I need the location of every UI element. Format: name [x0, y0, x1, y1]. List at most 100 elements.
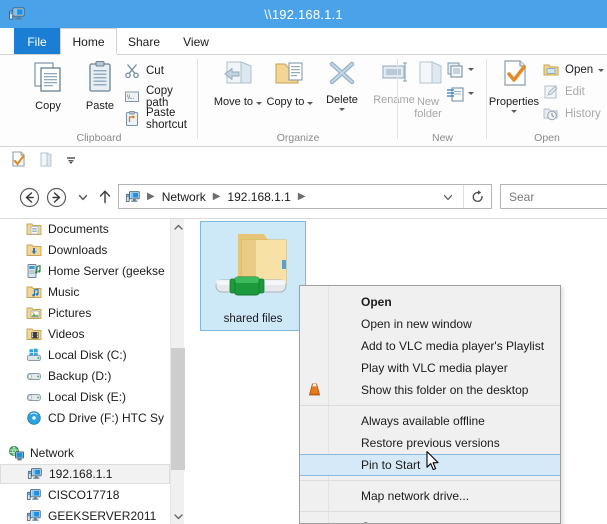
easy-access-button[interactable]: [446, 85, 474, 102]
sidebar-item-cd-drive-f[interactable]: CD Drive (F:) HTC Sy: [0, 408, 170, 428]
easy-access-caret-icon[interactable]: [468, 91, 474, 95]
sidebar-item-label: Backup (D:): [48, 369, 112, 383]
context-menu: Open Open in new window Add to VLC media…: [299, 285, 561, 524]
tab-view[interactable]: View: [172, 28, 220, 55]
scroll-down-chevron-down-icon[interactable]: [171, 508, 185, 524]
forward-button[interactable]: [45, 186, 67, 208]
breadcrumb-separator[interactable]: ▶: [141, 191, 161, 202]
sidebar-item-label: Videos: [48, 327, 85, 341]
properties-button[interactable]: Properties: [485, 59, 543, 125]
address-dropdown-chevron-down-icon[interactable]: [435, 185, 461, 208]
hard-drive-icon: [26, 368, 42, 384]
sidebar-item-label: Pictures: [48, 306, 92, 320]
navigation-pane-scrollbar[interactable]: [170, 219, 185, 524]
up-one-level-button[interactable]: [94, 186, 116, 208]
downloads-folder-icon: [26, 242, 42, 258]
context-menu-item-map-network-drive[interactable]: Map network drive...: [329, 485, 560, 507]
context-menu-item-pin-to-start[interactable]: Pin to Start: [300, 454, 560, 476]
tab-file[interactable]: File: [14, 28, 60, 55]
address-bar[interactable]: ▶ Network ▶ 192.168.1.1 ▶: [118, 184, 492, 209]
move-to-button[interactable]: Move to: [212, 59, 264, 125]
properties-qat-icon[interactable]: [10, 151, 27, 173]
new-folder-qat-icon[interactable]: [37, 151, 54, 173]
scrollbar-thumb[interactable]: [171, 348, 185, 470]
context-menu-item-always-available-offline[interactable]: Always available offline: [329, 410, 560, 432]
file-item-label: shared files: [223, 313, 283, 325]
tab-home[interactable]: Home: [60, 28, 117, 56]
context-menu-item-label: Open: [361, 295, 392, 309]
svg-text:\\..: \\..: [127, 94, 134, 101]
ribbon-group-open-label: Open: [534, 132, 560, 144]
sidebar-item-local-disk-e[interactable]: Local Disk (E:): [0, 387, 170, 407]
sidebar-item-geekserver2011[interactable]: GEEKSERVER2011: [0, 506, 170, 524]
search-input[interactable]: Sear: [500, 184, 607, 209]
delete-caret-icon[interactable]: [339, 108, 345, 111]
edit-icon: [543, 84, 560, 100]
sidebar-item-home-server[interactable]: Home Server (geekse: [0, 261, 170, 281]
new-item-caret-icon[interactable]: [468, 67, 474, 71]
open-button[interactable]: Open: [543, 62, 605, 78]
sidebar-item-documents[interactable]: Documents: [0, 219, 170, 239]
ribbon-group-open: Properties Open Edit History Open: [487, 55, 607, 147]
copy-path-button-label: Copy path: [146, 85, 173, 109]
paste-shortcut-icon: [124, 110, 141, 127]
context-menu-separator: [300, 480, 560, 481]
paste-icon: [83, 59, 117, 98]
sidebar-item-cisco17718[interactable]: CISCO17718: [0, 485, 170, 505]
sidebar-item-network[interactable]: Network: [0, 443, 170, 463]
open-caret-icon[interactable]: [598, 68, 605, 72]
sidebar-item-label: 192.168.1.1: [49, 467, 113, 481]
copy-to-button[interactable]: Copy to: [264, 59, 316, 125]
move-to-icon: [221, 59, 255, 94]
paste-button[interactable]: Paste: [74, 59, 126, 125]
delete-x-icon: [325, 59, 359, 92]
tab-share[interactable]: Share: [118, 28, 170, 55]
search-placeholder: Sear: [509, 189, 535, 204]
copy-to-button-label: Copy to: [267, 96, 314, 108]
sidebar-item-pictures[interactable]: Pictures: [0, 303, 170, 323]
customize-qat-chevron-down-icon[interactable]: [64, 153, 78, 172]
list-item[interactable]: shared files: [200, 221, 306, 331]
sidebar-item-local-disk-c[interactable]: Local Disk (C:): [0, 345, 170, 365]
sidebar-item-backup-d[interactable]: Backup (D:): [0, 366, 170, 386]
recent-locations-button[interactable]: [72, 186, 94, 208]
context-menu-item-play-with-vlc[interactable]: Play with VLC media player: [329, 357, 560, 379]
sidebar-item-music[interactable]: Music: [0, 282, 170, 302]
navigation-pane: Documents Downloads Home Server (geekse …: [0, 219, 170, 524]
copy-button[interactable]: Copy: [22, 59, 74, 125]
ribbon-group-new: New folder New: [398, 55, 487, 147]
context-menu-item-label: Pin to Start: [361, 458, 421, 472]
sidebar-item-label: Documents: [48, 222, 109, 236]
context-menu-item-label: Open in new window: [361, 317, 472, 331]
breadcrumb-separator[interactable]: ▶: [292, 191, 312, 202]
breadcrumb-host[interactable]: 192.168.1.1: [226, 190, 291, 204]
back-button[interactable]: [18, 186, 40, 208]
context-menu-item-label: Add to VLC media player's Playlist: [361, 339, 545, 353]
refresh-icon[interactable]: [463, 185, 491, 208]
windows-drive-icon: [26, 347, 42, 363]
breadcrumb-separator[interactable]: ▶: [207, 191, 227, 202]
properties-caret-icon[interactable]: [511, 110, 517, 113]
context-menu-item-open[interactable]: Open: [329, 291, 560, 313]
context-menu-item-open-in-new-window[interactable]: Open in new window: [329, 313, 560, 335]
sidebar-item-videos[interactable]: Videos: [0, 324, 170, 344]
context-menu-item-copy[interactable]: Copy: [329, 516, 560, 523]
delete-button[interactable]: Delete: [316, 59, 368, 125]
sidebar-item-192-168-1-1[interactable]: 192.168.1.1: [0, 464, 170, 484]
documents-folder-icon: [26, 221, 42, 237]
ribbon-group-organize: Move to Copy to Delete Rename Organize: [198, 55, 415, 147]
copy-path-button[interactable]: \\.. Copy path: [124, 85, 198, 109]
context-menu-item-label: Copy: [361, 520, 389, 523]
paste-shortcut-button[interactable]: Paste shortcut: [124, 107, 198, 131]
easy-access-icon: [446, 85, 464, 102]
sidebar-item-downloads[interactable]: Downloads: [0, 240, 170, 260]
context-menu-item-restore-previous-versions[interactable]: Restore previous versions: [329, 432, 560, 454]
scroll-up-chevron-up-icon[interactable]: [171, 219, 185, 235]
address-network-computer-icon: [125, 189, 141, 205]
cut-button[interactable]: Cut: [124, 63, 164, 79]
context-menu-item-add-to-vlc-playlist[interactable]: Add to VLC media player's Playlist: [329, 335, 560, 357]
context-menu-item-show-folder-on-desktop[interactable]: Show this folder on the desktop: [308, 379, 560, 401]
shared-folder-icon: [212, 228, 294, 309]
new-item-button[interactable]: [446, 61, 474, 78]
breadcrumb-network[interactable]: Network: [161, 190, 207, 204]
